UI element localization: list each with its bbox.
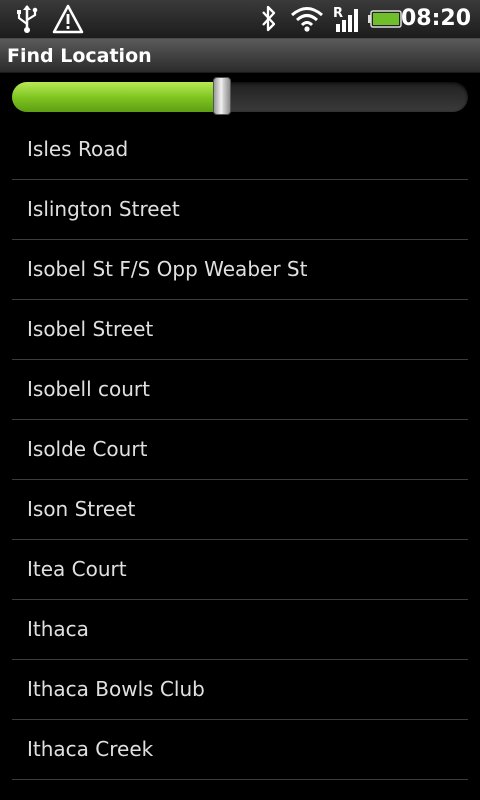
slider-fill xyxy=(12,82,222,112)
list-item[interactable]: Ithaca xyxy=(12,600,468,660)
bluetooth-icon xyxy=(262,5,276,32)
list-item-label: Itea Court xyxy=(27,557,127,581)
list-item[interactable]: Isobell court xyxy=(12,360,468,420)
list-item[interactable]: Isobel St F/S Opp Weaber St xyxy=(12,240,468,300)
warning-icon xyxy=(52,4,84,34)
list-item-label: Ithaca xyxy=(27,617,89,641)
list-item[interactable]: Isles Road xyxy=(12,120,468,180)
list-item-label: Ison Street xyxy=(27,497,136,521)
list-item[interactable]: Ithaca Creek xyxy=(12,720,468,780)
status-bar: R 08:20 xyxy=(0,0,480,39)
slider-thumb[interactable] xyxy=(212,77,231,115)
list-item[interactable]: Ithaca Bowls Club xyxy=(12,660,468,720)
list-item[interactable]: Isobel Street xyxy=(12,300,468,360)
list-item[interactable]: Islington Street xyxy=(12,180,468,240)
page-title: Find Location xyxy=(7,45,152,67)
list-item[interactable]: Ison Street xyxy=(12,480,468,540)
list-item-label: Ithaca Bowls Club xyxy=(27,677,205,701)
list-item-label: Islington Street xyxy=(27,197,180,221)
battery-icon xyxy=(368,10,402,28)
title-bar: Find Location xyxy=(0,39,480,73)
list-item[interactable]: Itea Court xyxy=(12,540,468,600)
location-list: Isles Road Islington Street Isobel St F/… xyxy=(12,120,468,780)
list-item[interactable]: Isolde Court xyxy=(12,420,468,480)
wifi-icon xyxy=(291,7,323,32)
search-slider[interactable] xyxy=(12,77,468,115)
usb-icon xyxy=(17,5,38,33)
list-item-label: Isles Road xyxy=(27,137,129,161)
status-time: 08:20 xyxy=(400,6,471,31)
list-item-label: Isobell court xyxy=(27,377,150,401)
roaming-label: R xyxy=(333,6,343,21)
list-item-label: Isobel Street xyxy=(27,317,154,341)
list-item-label: Isolde Court xyxy=(27,437,148,461)
roaming-signal-icon: R xyxy=(333,6,358,32)
list-item-label: Isobel St F/S Opp Weaber St xyxy=(27,257,308,281)
list-item-label: Ithaca Creek xyxy=(27,737,154,761)
